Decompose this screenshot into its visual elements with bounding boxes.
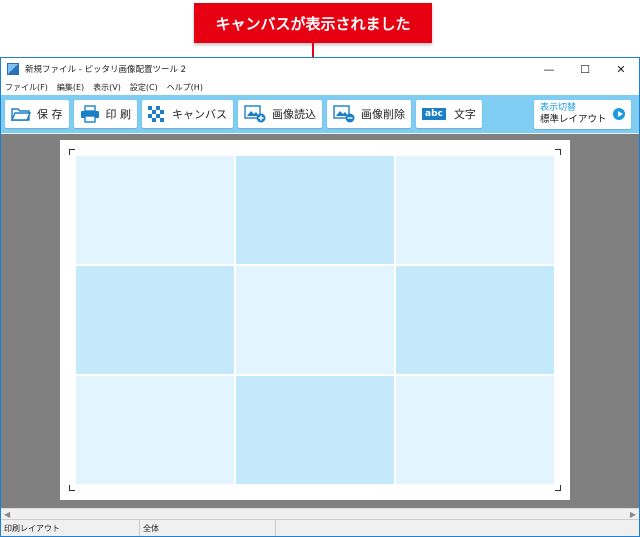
canvas-workspace — [1, 134, 639, 508]
text-button[interactable]: abc 文字 — [416, 100, 482, 128]
grid-cell[interactable] — [236, 266, 394, 374]
image-grid — [76, 156, 554, 484]
delete-image-button[interactable]: 画像削除 — [327, 100, 411, 128]
grid-cell[interactable] — [396, 376, 554, 484]
menu-settings[interactable]: 設定(C) — [130, 82, 158, 93]
save-button[interactable]: 保 存 — [5, 100, 69, 128]
crop-mark-bottom-right — [555, 485, 561, 491]
grid-cell[interactable] — [236, 156, 394, 264]
minimize-button[interactable]: — — [531, 58, 567, 80]
load-image-button[interactable]: 画像読込 — [238, 100, 322, 128]
canvas-paper[interactable] — [60, 140, 570, 500]
crop-mark-top-left — [69, 149, 75, 155]
printer-icon — [80, 105, 99, 123]
load-image-button-label: 画像読込 — [272, 108, 316, 121]
window-title: 新規ファイル - ピッタリ画像配置ツール 2 — [25, 65, 187, 75]
app-icon — [7, 63, 19, 75]
grid-cell[interactable] — [236, 376, 394, 484]
menu-edit[interactable]: 編集(E) — [57, 82, 84, 93]
grid-cell[interactable] — [396, 156, 554, 264]
status-bar: 印刷レイアウト 全体 — [1, 519, 639, 536]
horizontal-scrollbar[interactable]: ◀ ▶ — [1, 508, 639, 519]
text-button-label: 文字 — [453, 108, 476, 121]
grid-cell[interactable] — [76, 156, 234, 264]
checkerboard-icon — [148, 106, 164, 122]
print-button-label: 印 刷 — [105, 108, 132, 121]
status-view: 全体 — [140, 520, 276, 536]
folder-icon — [11, 108, 31, 121]
play-arrow-icon — [613, 108, 625, 120]
canvas-button[interactable]: キャンバス — [142, 100, 233, 128]
view-switch-button[interactable]: 表示切替 標準レイアウト — [534, 100, 631, 129]
grid-cell[interactable] — [76, 376, 234, 484]
delete-image-button-label: 画像削除 — [361, 108, 405, 121]
print-button[interactable]: 印 刷 — [73, 100, 137, 128]
window-controls: — ☐ ✕ — [531, 58, 639, 80]
close-button[interactable]: ✕ — [603, 58, 639, 80]
text-abc-icon: abc — [422, 108, 446, 120]
grid-cell[interactable] — [76, 266, 234, 374]
crop-mark-bottom-left — [69, 485, 75, 491]
crop-mark-top-right — [555, 149, 561, 155]
title-bar: 新規ファイル - ピッタリ画像配置ツール 2 — ☐ ✕ — [1, 58, 639, 80]
canvas-button-label: キャンバス — [172, 108, 227, 121]
grid-cell[interactable] — [396, 266, 554, 374]
toolbar: 保 存 印 刷 キャンバス 画像読込 画像削除 abc 文字 表示切替 標準レイ… — [1, 95, 639, 133]
image-add-icon — [244, 105, 266, 123]
menu-help[interactable]: ヘルプ(H) — [167, 82, 203, 93]
status-layout: 印刷レイアウト — [1, 520, 140, 536]
scroll-right-icon[interactable]: ▶ — [630, 510, 636, 519]
save-button-label: 保 存 — [37, 108, 63, 121]
callout-label: キャンバスが表示されました — [194, 3, 432, 43]
scroll-left-icon[interactable]: ◀ — [4, 510, 10, 519]
menu-file[interactable]: ファイル(F) — [5, 82, 48, 93]
status-empty — [276, 520, 639, 536]
menu-view[interactable]: 表示(V) — [93, 82, 121, 93]
maximize-button[interactable]: ☐ — [567, 58, 603, 80]
app-window: 新規ファイル - ピッタリ画像配置ツール 2 — ☐ ✕ ファイル(F) 編集(… — [0, 57, 640, 537]
image-remove-icon — [333, 105, 355, 123]
menu-bar: ファイル(F) 編集(E) 表示(V) 設定(C) ヘルプ(H) — [1, 80, 639, 95]
